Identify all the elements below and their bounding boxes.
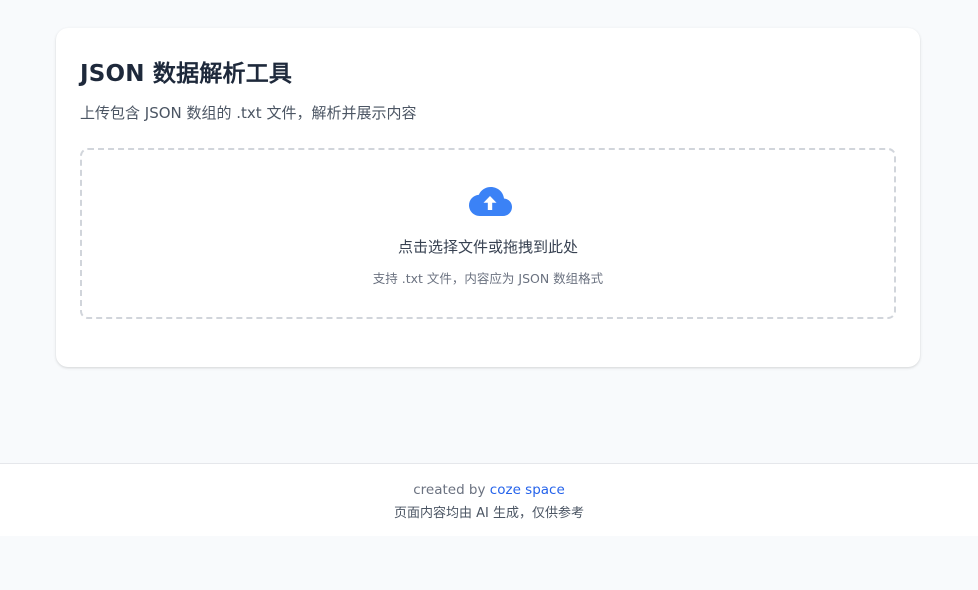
page-title: JSON 数据解析工具 bbox=[80, 61, 293, 87]
dropzone-hint-text: 支持 .txt 文件，内容应为 JSON 数组格式 bbox=[372, 271, 604, 286]
upload-card: JSON 数据解析工具 上传包含 JSON 数组的 .txt 文件，解析并展示内… bbox=[56, 28, 920, 367]
file-dropzone[interactable]: 点击选择文件或拖拽到此处 支持 .txt 文件，内容应为 JSON 数组格式 bbox=[80, 148, 896, 319]
page-subtitle: 上传包含 JSON 数组的 .txt 文件，解析并展示内容 bbox=[80, 104, 417, 122]
footer: created by coze space 页面内容均由 AI 生成，仅供参考 bbox=[0, 463, 978, 536]
footer-credit-prefix: created by bbox=[413, 482, 486, 498]
footer-credit: created by coze space bbox=[0, 482, 978, 498]
cloud-upload-icon bbox=[466, 184, 514, 220]
footer-disclaimer: 页面内容均由 AI 生成，仅供参考 bbox=[394, 506, 584, 521]
page: JSON 数据解析工具 上传包含 JSON 数组的 .txt 文件，解析并展示内… bbox=[0, 0, 978, 590]
coze-space-link[interactable]: coze space bbox=[490, 482, 565, 498]
dropzone-main-text: 点击选择文件或拖拽到此处 bbox=[397, 238, 578, 256]
